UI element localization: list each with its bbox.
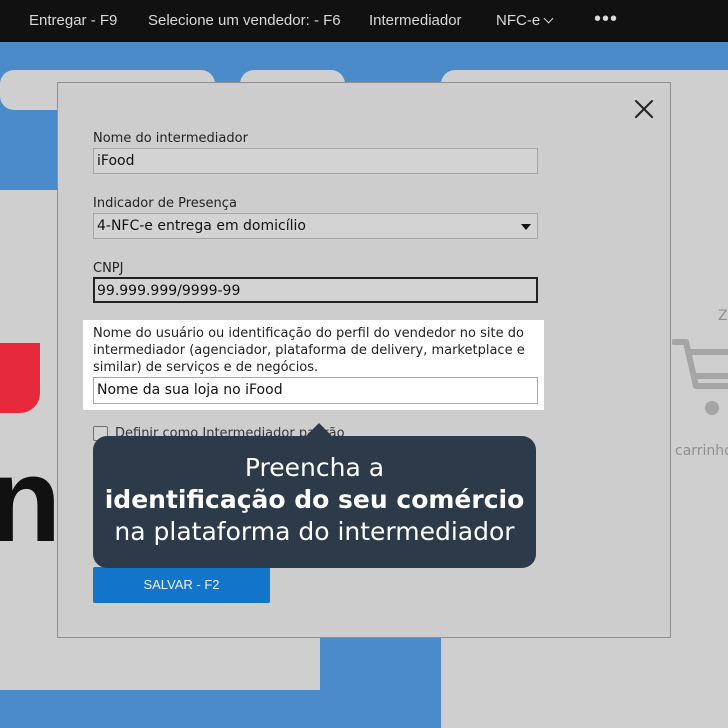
tooltip-line-1: Preencha a [244,453,385,482]
tooltip-line-3: na plataforma do intermediador [114,517,515,546]
seller-profile-label: Nome do usuário ou identificação do perf… [93,326,525,375]
presence-indicator-select[interactable]: 4-NFC-e entrega em domicílio [93,213,538,239]
intermediary-name-input[interactable]: iFood [93,148,538,174]
shopping-cart-icon [672,339,728,415]
seller-profile-input[interactable]: Nome da sua loja no iFood [93,377,538,404]
background-corner-text: Z [718,308,728,324]
save-button[interactable]: SALVAR - F2 [93,567,270,603]
cnpj-input[interactable]: 99.999.999/9999-99 [93,277,538,303]
top-nav-bar: Entregar - F9 Selecione um vendedor: - F… [0,0,728,42]
brand-logo-shape [0,343,40,413]
nav-nfce-label: NFC-e [496,12,541,29]
cart-label: carrinho [675,443,728,459]
more-options-icon[interactable]: ••• [594,8,618,31]
dropdown-caret-icon [521,224,531,230]
chevron-down-icon [543,13,554,24]
nav-deliver[interactable]: Entregar - F9 [29,12,117,29]
intermediary-name-label: Nome do intermediador [93,131,248,146]
presence-indicator-label: Indicador de Presença [93,196,237,211]
cnpj-label: CNPJ [93,261,124,276]
presence-indicator-value: 4-NFC-e entrega em domicílio [97,218,306,234]
tooltip-pointer [305,423,333,437]
close-icon[interactable] [633,98,655,120]
nav-select-seller[interactable]: Selecione um vendedor: - F6 [148,12,341,29]
tooltip-line-2: identificação do seu comércio [104,485,525,514]
nav-nfce-menu[interactable]: NFC-e [496,12,554,29]
nav-intermediary[interactable]: Intermediador [369,12,462,29]
tutorial-tooltip: Preencha a identificação do seu comércio… [93,436,536,568]
